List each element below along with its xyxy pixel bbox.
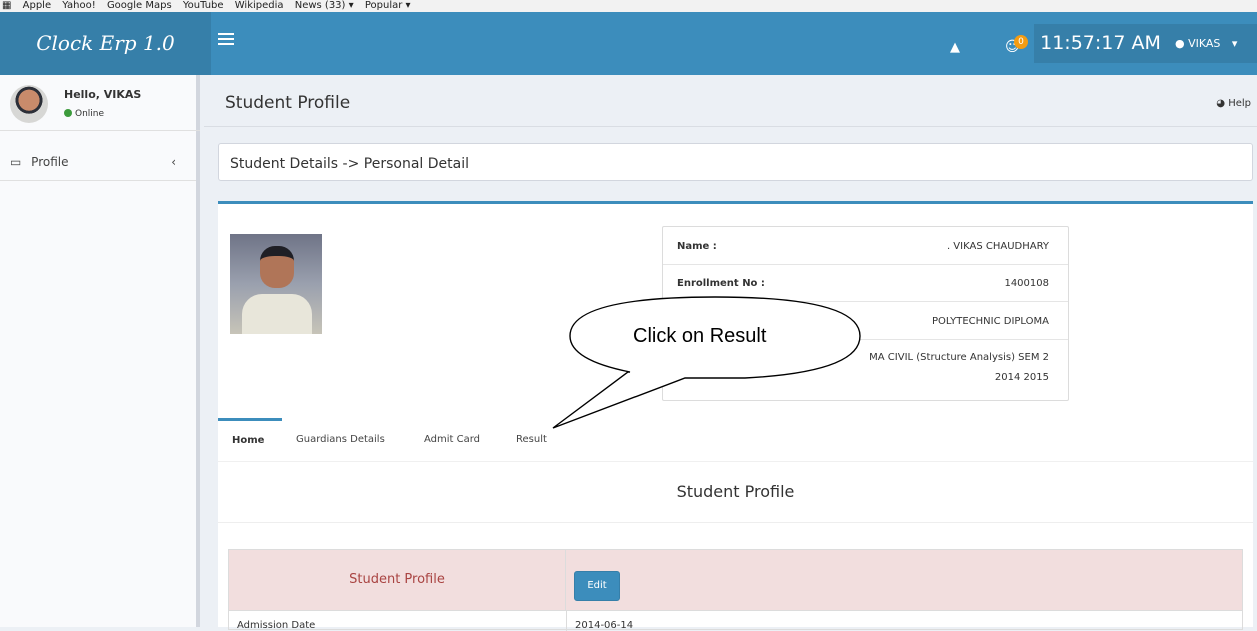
info-value: . VIKAS CHAUDHARY	[946, 241, 1049, 252]
breadcrumb-box: Student Details -> Personal Detail	[218, 143, 1253, 181]
notification-badge: 0	[1014, 35, 1028, 49]
callout-text: Click on Result	[633, 325, 767, 347]
row-label: Admission Date	[237, 620, 316, 631]
info-row-name: Name : . VIKAS CHAUDHARY	[663, 227, 1068, 265]
bookmarks-icon[interactable]: ▦	[2, 0, 11, 11]
bookmark-item[interactable]: YouTube	[183, 0, 224, 11]
info-value: 1400108	[1004, 278, 1049, 289]
laptop-icon: ▭	[10, 155, 22, 169]
online-dot-icon	[64, 109, 72, 117]
tab-guardians-details[interactable]: Guardians Details	[296, 418, 385, 462]
content-header: Student Profile ◕ Help	[204, 75, 1257, 127]
info-value: 2014 2015	[994, 372, 1049, 383]
table-title: Student Profile	[229, 550, 566, 610]
edit-button[interactable]: Edit	[574, 571, 620, 601]
online-status: Online	[64, 109, 104, 119]
student-photo	[230, 234, 322, 334]
warning-icon[interactable]: ▲	[950, 40, 960, 55]
student-info-table: Name : . VIKAS CHAUDHARY Enrollment No :…	[662, 226, 1069, 401]
table-row: Admission Date 2014-06-14	[229, 610, 1242, 631]
tab-admit-card[interactable]: Admit Card	[424, 418, 480, 462]
help-label: Help	[1228, 98, 1251, 109]
user-icon: ●	[1175, 37, 1185, 50]
tab-home[interactable]: Home	[218, 418, 282, 462]
sidebar-item-label: Profile	[31, 155, 69, 169]
bookmark-item[interactable]: Popular ▾	[365, 0, 411, 11]
greeting: Hello, VIKAS	[64, 88, 142, 101]
status-label: Online	[75, 109, 105, 119]
row-value: 2014-06-14	[575, 620, 634, 631]
user-name: VIKAS	[1188, 37, 1221, 50]
page-title: Student Profile	[225, 93, 351, 113]
avatar	[10, 85, 48, 123]
bookmark-item[interactable]: Wikipedia	[235, 0, 284, 11]
bookmark-item[interactable]: Google Maps	[107, 0, 172, 11]
divider	[218, 522, 1253, 523]
chevron-left-icon: ‹	[171, 155, 176, 169]
help-link[interactable]: ◕ Help	[1216, 98, 1251, 109]
bookmark-item[interactable]: Yahoo!	[62, 0, 95, 11]
bookmark-item[interactable]: News (33) ▾	[295, 0, 354, 11]
clock-display: 11:57:17 AM	[1034, 24, 1167, 63]
info-row-branch: MA CIVIL (Structure Analysis) SEM 2 2014…	[663, 340, 1068, 400]
info-value: MA CIVIL (Structure Analysis) SEM 2	[869, 352, 1049, 363]
sidebar: Hello, VIKAS Online ▭ Profile ‹	[0, 75, 200, 627]
app-logo[interactable]: Clock Erp 1.0	[0, 12, 211, 75]
tab-result[interactable]: Result	[516, 418, 547, 462]
chevron-down-icon: ▾	[1231, 37, 1238, 50]
bookmark-item[interactable]: Apple	[23, 0, 51, 11]
menu-toggle-icon[interactable]	[218, 33, 234, 46]
user-menu[interactable]: ● VIKAS ▾	[1167, 24, 1257, 63]
top-navbar: Clock Erp 1.0 ▲ ☺ 0 11:57:17 AM ● VIKAS …	[0, 12, 1257, 75]
sidebar-item-profile[interactable]: ▭ Profile ‹	[0, 143, 196, 181]
info-key: Name :	[677, 241, 717, 252]
info-key: Enrollment No :	[677, 278, 765, 289]
info-value: POLYTECHNIC DIPLOMA	[931, 316, 1049, 327]
breadcrumb: Student Details -> Personal Detail	[230, 156, 469, 172]
student-profile-box: Name : . VIKAS CHAUDHARY Enrollment No :…	[218, 201, 1253, 631]
profile-tabs: Home Guardians Details Admit Card Result	[218, 418, 1253, 462]
section-heading: Student Profile	[676, 482, 795, 501]
user-panel: Hello, VIKAS Online	[0, 75, 200, 131]
bookmarks-bar: ▦ Apple Yahoo! Google Maps YouTube Wikip…	[0, 0, 1257, 12]
table-header: Student Profile Edit	[229, 550, 1242, 610]
dashboard-icon: ◕	[1216, 98, 1225, 109]
student-profile-table: Student Profile Edit Admission Date 2014…	[228, 549, 1243, 631]
info-row-enrollment: Enrollment No : 1400108	[663, 265, 1068, 302]
